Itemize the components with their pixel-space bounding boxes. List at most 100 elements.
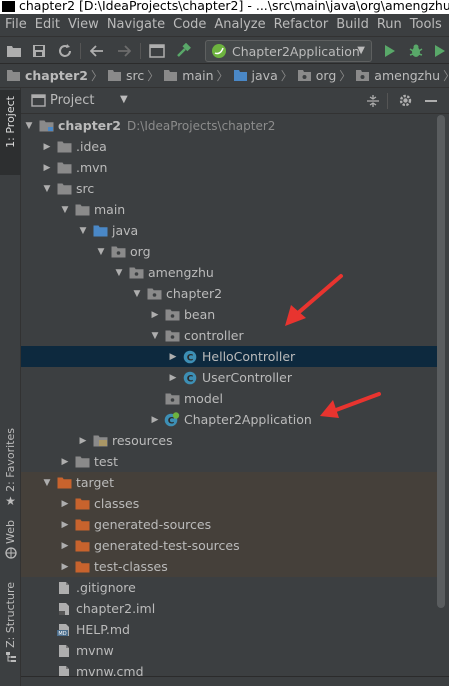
expand-arrow-down-icon[interactable]: ▼ bbox=[59, 205, 71, 215]
expand-arrow-right-icon[interactable]: ▶ bbox=[167, 373, 179, 383]
expand-arrow-right-icon[interactable]: ▶ bbox=[149, 415, 161, 425]
chevron-down-icon: ▼ bbox=[357, 45, 365, 56]
save-all-icon[interactable] bbox=[30, 42, 48, 60]
tree-node[interactable]: ▼ chapter2 D:\IdeaProjects\chapter2 bbox=[21, 115, 437, 136]
tree-node[interactable]: model bbox=[21, 388, 437, 409]
tree-node[interactable]: ▶ bean bbox=[21, 304, 437, 325]
tree-node[interactable]: ▶ test-classes bbox=[21, 556, 437, 577]
expand-arrow-down-icon[interactable]: ▼ bbox=[41, 478, 53, 488]
tree-node[interactable]: ▶ C HelloController bbox=[21, 346, 437, 367]
run-configuration-label: Chapter2Application bbox=[232, 43, 360, 59]
terminal-window-icon[interactable] bbox=[148, 42, 166, 60]
expand-arrow-right-icon[interactable]: ▶ bbox=[149, 310, 161, 320]
expand-arrow-down-icon[interactable]: ▼ bbox=[41, 184, 53, 194]
tree-node[interactable]: ▼ src bbox=[21, 178, 437, 199]
tree-node-label: .mvn bbox=[76, 160, 108, 175]
expand-arrow-right-icon[interactable]: ▶ bbox=[59, 562, 71, 572]
star-icon: ★ bbox=[5, 493, 16, 508]
tree-node[interactable]: MD HELP.md bbox=[21, 619, 437, 640]
expand-arrow-right-icon[interactable]: ▶ bbox=[167, 352, 179, 362]
tree-node-path: D:\IdeaProjects\chapter2 bbox=[127, 118, 276, 133]
breadcrumb-item[interactable]: src 〉 bbox=[107, 67, 159, 84]
tree-node-label: main bbox=[94, 202, 126, 217]
expand-arrow-right-icon[interactable]: ▶ bbox=[59, 541, 71, 551]
breadcrumb-item[interactable]: main 〉 bbox=[163, 67, 229, 84]
web-tool-tab-label: Web bbox=[4, 520, 17, 544]
tree-node[interactable]: ▼ controller bbox=[21, 325, 437, 346]
tree-node[interactable]: ▼ main bbox=[21, 199, 437, 220]
tree-node[interactable]: ▼ org bbox=[21, 241, 437, 262]
minimize-icon[interactable] bbox=[425, 100, 437, 102]
menu-build[interactable]: Build bbox=[332, 14, 373, 36]
menu-analyze[interactable]: Analyze bbox=[210, 14, 269, 36]
breadcrumb-item[interactable]: org 〉 bbox=[297, 67, 351, 84]
tree-node[interactable]: .gitignore bbox=[21, 577, 437, 598]
menu-edit[interactable]: Edit bbox=[31, 14, 64, 36]
menu-refactor[interactable]: Refactor bbox=[270, 14, 333, 36]
build-hammer-icon[interactable] bbox=[174, 42, 192, 60]
file-icon bbox=[56, 581, 72, 595]
tree-node[interactable]: ▶ generated-test-sources bbox=[21, 535, 437, 556]
expand-arrow-down-icon[interactable]: ▼ bbox=[113, 268, 125, 278]
tree-node[interactable]: ▶ classes bbox=[21, 493, 437, 514]
chevron-down-icon[interactable]: ▼ bbox=[120, 94, 128, 105]
expand-arrow-right-icon[interactable]: ▶ bbox=[59, 499, 71, 509]
svg-text:C: C bbox=[187, 353, 194, 363]
tree-node[interactable]: ▶ C Chapter2Application bbox=[21, 409, 437, 430]
tree-node-label: test-classes bbox=[94, 559, 168, 574]
tree-node[interactable]: ▶ .idea bbox=[21, 136, 437, 157]
tree-node[interactable]: ▼ chapter2 bbox=[21, 283, 437, 304]
collapse-all-icon[interactable] bbox=[366, 94, 380, 111]
favorites-tool-tab[interactable]: 2: Favorites ★ bbox=[0, 428, 21, 508]
tree-node[interactable]: mvnw.cmd bbox=[21, 661, 437, 676]
expand-arrow-right-icon[interactable]: ▶ bbox=[41, 163, 53, 173]
run-configuration-select[interactable]: Chapter2Application ▼ bbox=[205, 40, 372, 62]
expand-arrow-right-icon[interactable]: ▶ bbox=[59, 457, 71, 467]
tree-node[interactable]: ▼ target bbox=[21, 472, 437, 493]
coverage-icon[interactable] bbox=[432, 42, 449, 60]
debug-bug-icon[interactable] bbox=[407, 42, 425, 60]
expand-arrow-right-icon[interactable]: ▶ bbox=[77, 436, 89, 446]
run-play-icon[interactable] bbox=[381, 42, 399, 60]
project-panel-title[interactable]: Project bbox=[50, 93, 94, 108]
tree-node[interactable]: ▶ .mvn bbox=[21, 157, 437, 178]
tree-node[interactable]: ▼ amengzhu bbox=[21, 262, 437, 283]
forward-arrow-icon[interactable] bbox=[115, 42, 133, 60]
tree-node[interactable]: ▶ test bbox=[21, 451, 437, 472]
structure-tool-tab[interactable]: Z: Structure bbox=[0, 582, 21, 664]
menu-code[interactable]: Code bbox=[169, 14, 210, 36]
tree-node[interactable]: mvnw bbox=[21, 640, 437, 661]
breadcrumb-item[interactable]: amengzhu〉 bbox=[355, 67, 449, 84]
tree-node-label: HelloController bbox=[202, 349, 296, 364]
expand-arrow-right-icon[interactable]: ▶ bbox=[41, 142, 53, 152]
web-tool-tab[interactable]: Web bbox=[0, 520, 21, 572]
menu-navigate[interactable]: Navigate bbox=[103, 14, 169, 36]
tree-node[interactable]: ▶ C UserController bbox=[21, 367, 437, 388]
expand-arrow-down-icon[interactable]: ▼ bbox=[95, 247, 107, 257]
gear-icon[interactable] bbox=[398, 93, 413, 111]
tree-node[interactable]: ▼ java bbox=[21, 220, 437, 241]
sync-icon[interactable] bbox=[56, 42, 74, 60]
menu-run[interactable]: Run bbox=[373, 14, 406, 36]
tree-scrollbar[interactable] bbox=[437, 115, 445, 608]
expand-arrow-right-icon[interactable]: ▶ bbox=[59, 520, 71, 530]
menu-view[interactable]: View bbox=[64, 14, 103, 36]
expand-arrow-down-icon[interactable]: ▼ bbox=[131, 289, 143, 299]
menu-file[interactable]: File bbox=[0, 14, 31, 36]
tree-node[interactable]: chapter2.iml bbox=[21, 598, 437, 619]
project-tool-tab[interactable]: 1: Project bbox=[0, 90, 21, 175]
menu-tools[interactable]: Tools bbox=[406, 14, 446, 36]
tree-node[interactable]: ▶ generated-sources bbox=[21, 514, 437, 535]
excluded-folder-icon bbox=[74, 539, 90, 553]
breadcrumb-item[interactable]: java 〉 bbox=[233, 67, 293, 84]
open-folder-icon[interactable] bbox=[5, 42, 23, 60]
expand-arrow-down-icon[interactable]: ▼ bbox=[149, 331, 161, 341]
back-arrow-icon[interactable] bbox=[88, 42, 106, 60]
tree-node-label: src bbox=[76, 181, 95, 196]
bottom-tool-bar bbox=[21, 676, 449, 686]
breadcrumb-item[interactable]: chapter2 〉 bbox=[6, 67, 103, 84]
tree-node[interactable]: ▶ resources bbox=[21, 430, 437, 451]
project-tree: ▼ chapter2 D:\IdeaProjects\chapter2 ▶ .idea ▶… bbox=[21, 114, 449, 676]
expand-arrow-down-icon[interactable]: ▼ bbox=[77, 226, 89, 236]
expand-arrow-down-icon[interactable]: ▼ bbox=[23, 121, 35, 131]
